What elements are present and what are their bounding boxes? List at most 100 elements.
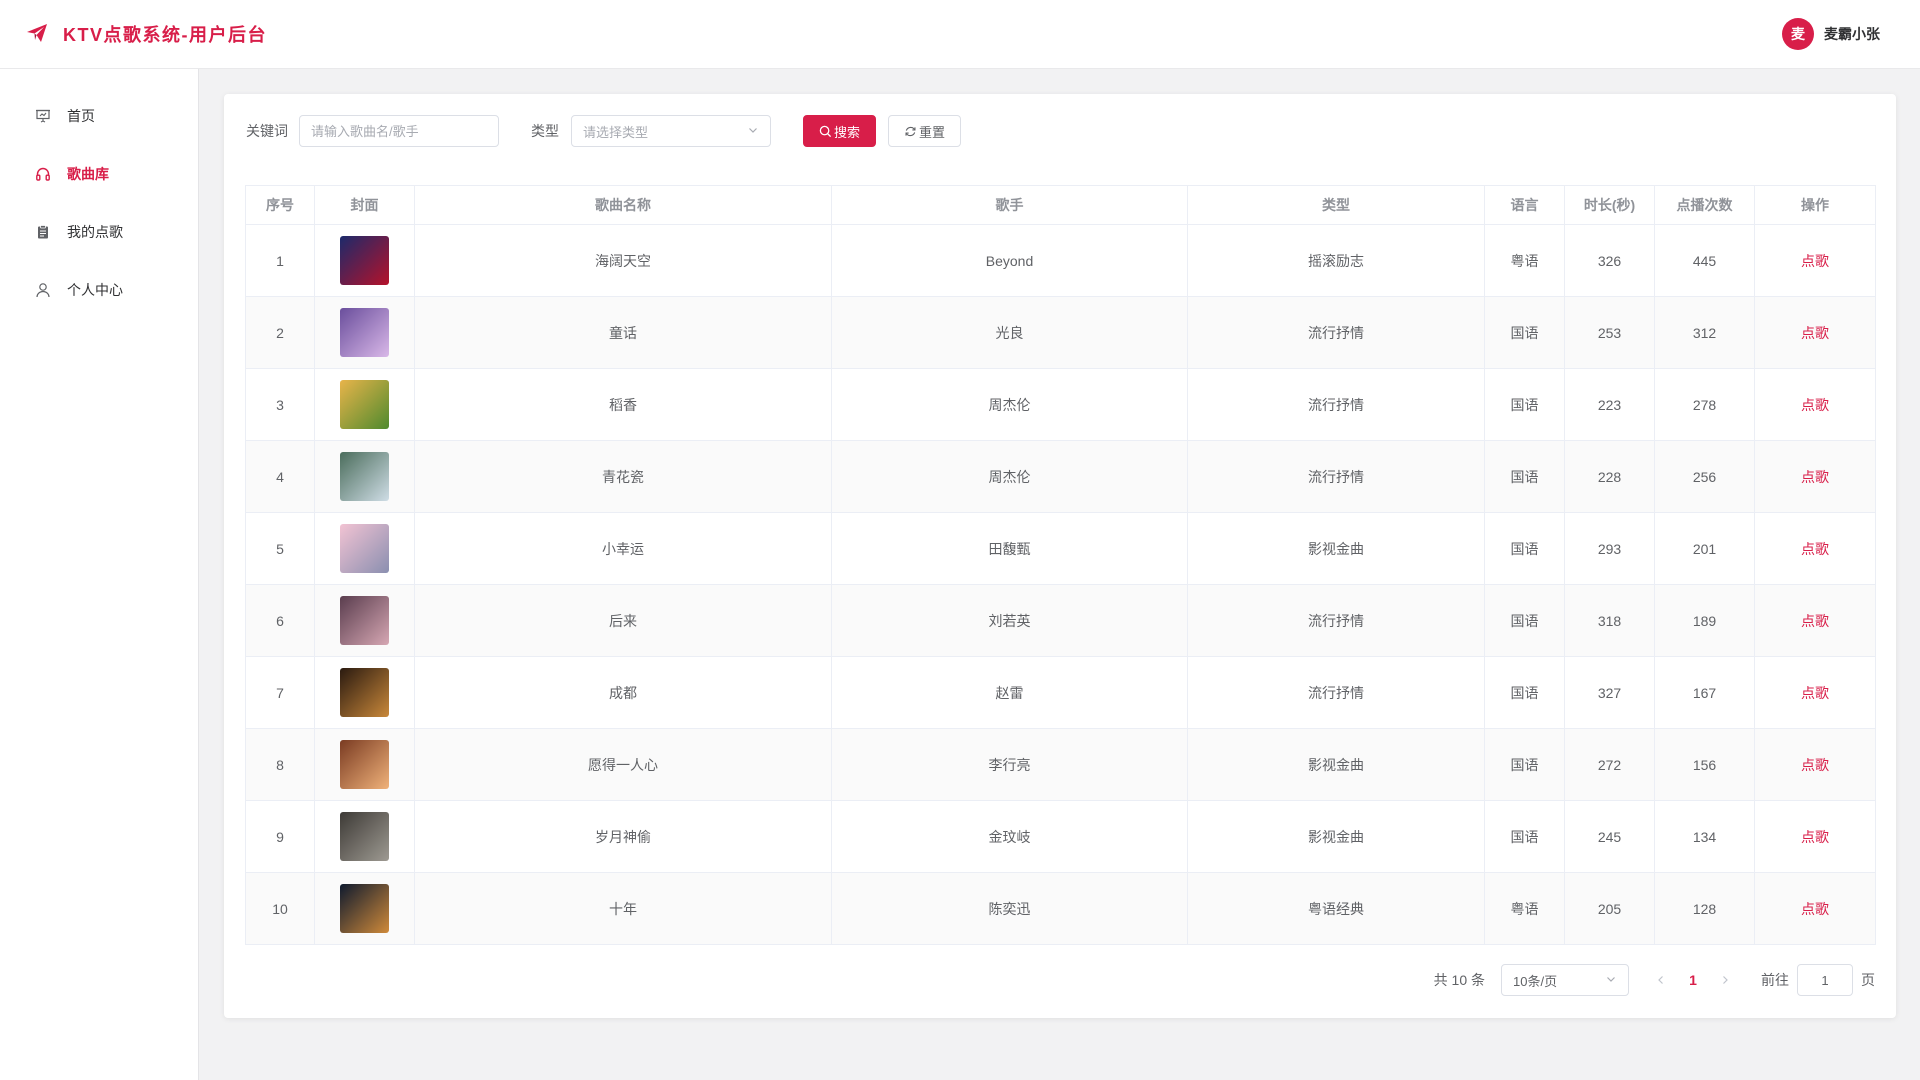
search-button[interactable]: 搜索: [803, 115, 877, 147]
request-song-link[interactable]: 点歌: [1801, 829, 1829, 845]
table-row: 3 稻香 周杰伦 流行抒情 国语 223 278 点歌: [245, 368, 1876, 441]
cover-cell: [314, 656, 415, 729]
play-count: 167: [1654, 656, 1755, 729]
row-index: 2: [245, 296, 315, 369]
keyword-input[interactable]: [299, 115, 499, 147]
action-cell: 点歌: [1754, 656, 1876, 729]
chevron-down-icon: [747, 124, 759, 139]
row-index: 10: [245, 872, 315, 945]
sidebar-item-label: 首页: [67, 108, 95, 124]
song-name: 十年: [414, 872, 832, 945]
song-name: 岁月神偷: [414, 800, 832, 873]
cover-cell: [314, 872, 415, 945]
keyword-label: 关键词: [246, 123, 288, 139]
sidebar: 首页 歌曲库 我的点歌 个人中心: [0, 69, 199, 1080]
cover-image: [340, 884, 389, 933]
cover-image: [340, 812, 389, 861]
chevron-left-icon: [1656, 972, 1666, 988]
song-language: 国语: [1484, 296, 1565, 369]
type-select[interactable]: 请选择类型: [571, 115, 771, 147]
singer-name: Beyond: [831, 224, 1188, 297]
reset-button[interactable]: 重置: [888, 115, 962, 147]
action-cell: 点歌: [1754, 296, 1876, 369]
singer-name: 周杰伦: [831, 368, 1188, 441]
page-size-select[interactable]: 10条/页: [1501, 964, 1629, 996]
username[interactable]: 麦霸小张: [1824, 24, 1880, 44]
table-body: 1 海阔天空 Beyond 摇滚励志 粤语 326 445 点歌 2 童话 光良 流行抒情 国语 253 3…: [245, 224, 1876, 945]
song-language: 国语: [1484, 728, 1565, 801]
column-header: 时长(秒): [1564, 185, 1655, 225]
song-language: 国语: [1484, 512, 1565, 585]
clipboard-icon: [34, 223, 52, 241]
table-row: 9 岁月神偷 金玟岐 影视金曲 国语 245 134 点歌: [245, 800, 1876, 873]
cover-cell: [314, 224, 415, 297]
singer-name: 田馥甄: [831, 512, 1188, 585]
column-header: 类型: [1187, 185, 1485, 225]
request-song-link[interactable]: 点歌: [1801, 613, 1829, 629]
song-duration: 326: [1564, 224, 1655, 297]
cover-cell: [314, 584, 415, 657]
sidebar-item-my-requests[interactable]: 我的点歌: [0, 203, 198, 261]
song-duration: 223: [1564, 368, 1655, 441]
action-cell: 点歌: [1754, 368, 1876, 441]
request-song-link[interactable]: 点歌: [1801, 685, 1829, 701]
row-index: 3: [245, 368, 315, 441]
song-type: 影视金曲: [1187, 800, 1485, 873]
request-song-link[interactable]: 点歌: [1801, 541, 1829, 557]
row-index: 6: [245, 584, 315, 657]
song-type: 流行抒情: [1187, 584, 1485, 657]
request-song-link[interactable]: 点歌: [1801, 757, 1829, 773]
table-row: 2 童话 光良 流行抒情 国语 253 312 点歌: [245, 296, 1876, 369]
user-icon: [34, 281, 52, 299]
song-name: 小幸运: [414, 512, 832, 585]
request-song-link[interactable]: 点歌: [1801, 469, 1829, 485]
song-type: 流行抒情: [1187, 440, 1485, 513]
request-song-link[interactable]: 点歌: [1801, 397, 1829, 413]
pagination: 共 10 条 10条/页 1 前往 页: [1434, 964, 1875, 996]
cover-cell: [314, 800, 415, 873]
row-index: 5: [245, 512, 315, 585]
action-cell: 点歌: [1754, 440, 1876, 513]
song-type: 流行抒情: [1187, 296, 1485, 369]
song-duration: 253: [1564, 296, 1655, 369]
play-count: 445: [1654, 224, 1755, 297]
chevron-right-icon: [1720, 972, 1730, 988]
request-song-link[interactable]: 点歌: [1801, 325, 1829, 341]
song-language: 国语: [1484, 800, 1565, 873]
song-duration: 205: [1564, 872, 1655, 945]
song-name: 海阔天空: [414, 224, 832, 297]
page-number[interactable]: 1: [1677, 964, 1709, 996]
table-row: 5 小幸运 田馥甄 影视金曲 国语 293 201 点歌: [245, 512, 1876, 585]
sidebar-item-profile[interactable]: 个人中心: [0, 261, 198, 319]
column-header: 歌手: [831, 185, 1188, 225]
column-header: 操作: [1754, 185, 1876, 225]
singer-name: 陈奕迅: [831, 872, 1188, 945]
play-count: 201: [1654, 512, 1755, 585]
request-song-link[interactable]: 点歌: [1801, 901, 1829, 917]
action-cell: 点歌: [1754, 584, 1876, 657]
avatar[interactable]: 麦: [1782, 18, 1814, 50]
refresh-icon: [905, 126, 916, 136]
request-song-link[interactable]: 点歌: [1801, 253, 1829, 269]
singer-name: 周杰伦: [831, 440, 1188, 513]
top-bar: KTV点歌系统-用户后台 麦 麦霸小张: [0, 0, 1920, 69]
next-page-button[interactable]: [1709, 964, 1741, 996]
song-type: 摇滚励志: [1187, 224, 1485, 297]
table-row: 10 十年 陈奕迅 粤语经典 粤语 205 128 点歌: [245, 872, 1876, 945]
play-count: 312: [1654, 296, 1755, 369]
song-language: 粤语: [1484, 224, 1565, 297]
sidebar-item-song-library[interactable]: 歌曲库: [0, 145, 198, 203]
goto-label: 前往: [1761, 972, 1789, 988]
column-header: 序号: [245, 185, 315, 225]
goto-page-input[interactable]: [1797, 964, 1853, 996]
page-suffix: 页: [1861, 972, 1875, 988]
play-count: 256: [1654, 440, 1755, 513]
song-language: 粤语: [1484, 872, 1565, 945]
play-count: 128: [1654, 872, 1755, 945]
prev-page-button[interactable]: [1645, 964, 1677, 996]
song-duration: 293: [1564, 512, 1655, 585]
user-menu[interactable]: 麦 麦霸小张: [1782, 18, 1880, 50]
sidebar-item-home[interactable]: 首页: [0, 87, 198, 145]
column-header: 歌曲名称: [414, 185, 832, 225]
song-duration: 228: [1564, 440, 1655, 513]
